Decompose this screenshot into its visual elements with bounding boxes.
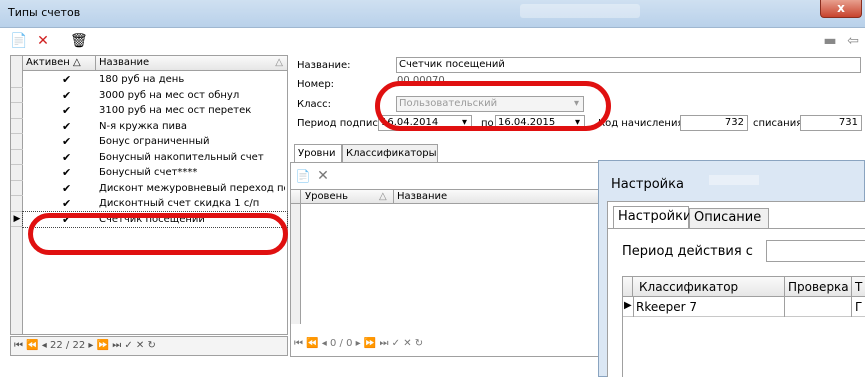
account-type-name: 180 руб на день bbox=[99, 74, 185, 85]
levels-navigator[interactable]: ⏮ ⏪ ◂ 0 / 0 ▸ ⏩ ⏭ ✓ ✕ ↻ bbox=[291, 335, 491, 353]
t-cell: Г bbox=[855, 300, 863, 314]
dialog-period-label: Период действия с bbox=[622, 244, 753, 259]
active-checkbox[interactable]: ✔ bbox=[62, 165, 71, 180]
row-selector[interactable] bbox=[11, 72, 23, 88]
table-row[interactable]: ✔ Бонусный счет**** bbox=[23, 165, 287, 181]
table-row[interactable]: ✔ Бонус ограниченный bbox=[23, 134, 287, 150]
accrual-label: Код начисления: bbox=[598, 118, 687, 129]
levels-header: Уровень △ Название bbox=[291, 189, 611, 204]
settings-dialog: Настройка Настройки Описание Период дейс… bbox=[598, 160, 865, 377]
save-icon[interactable]: ▬ bbox=[822, 33, 838, 49]
dialog-period-field[interactable] bbox=[766, 240, 865, 262]
active-checkbox[interactable]: ✔ bbox=[62, 150, 71, 165]
account-type-name: 3000 руб на мес ост обнул bbox=[99, 89, 240, 101]
active-checkbox[interactable]: ✔ bbox=[62, 134, 71, 149]
name-label: Название: bbox=[297, 60, 351, 71]
close-button[interactable]: x bbox=[820, 0, 862, 18]
accrual-field[interactable]: 732 bbox=[680, 115, 748, 131]
writeoff-label: списания: bbox=[753, 118, 806, 129]
writeoff-field[interactable]: 731 bbox=[800, 115, 862, 131]
dialog-body: Настройки Описание Период действия с Кла… bbox=[607, 201, 865, 377]
account-type-name: Бонус ограниченный bbox=[99, 136, 210, 147]
tab-classifiers[interactable]: Классификаторы ПО bbox=[342, 144, 438, 176]
highlight-ellipse-row bbox=[28, 213, 288, 255]
toolbar: 📄 ✕ 🗑 ▬ ⇦ bbox=[0, 29, 865, 53]
classifier-grid: Классификатор Проверка Т ▶ Rkeeper 7 Г bbox=[622, 276, 865, 377]
grid-navigator[interactable]: ⏮ ⏪ ◂ 22 / 22 ▸ ⏩ ⏭ ✓ ✕ ↻ bbox=[10, 336, 288, 356]
classifier-cell: Rkeeper 7 bbox=[636, 300, 698, 314]
back-arrow-icon[interactable]: ⇦ bbox=[845, 33, 861, 49]
row-selector[interactable] bbox=[11, 165, 23, 181]
row-selector[interactable] bbox=[11, 103, 23, 119]
table-row[interactable]: ✔ Бонусный накопительный счет bbox=[23, 150, 287, 166]
dialog-title: Настройка bbox=[611, 177, 684, 192]
number-label: Номер: bbox=[297, 79, 335, 90]
titlebar-blur bbox=[520, 4, 640, 18]
active-checkbox[interactable]: ✔ bbox=[62, 119, 71, 134]
account-types-grid: Активен △ Название △ ✔ 180 руб на день ✔ 30… bbox=[10, 55, 288, 335]
column-header-level-name[interactable]: Название bbox=[397, 191, 447, 202]
window-title: Типы счетов bbox=[8, 6, 81, 19]
column-header-level[interactable]: Уровень bbox=[305, 191, 348, 202]
current-row-arrow-icon[interactable]: ▶ bbox=[11, 212, 23, 227]
row-selector[interactable] bbox=[11, 119, 23, 134]
account-type-name: Бонусный накопительный счет bbox=[99, 151, 264, 163]
add-record-icon[interactable]: 📄 bbox=[10, 33, 27, 49]
row-selector[interactable] bbox=[11, 150, 23, 165]
table-row[interactable]: ✔ N-я кружка пива bbox=[23, 119, 287, 135]
delete-icon[interactable]: ✕ bbox=[35, 33, 51, 49]
active-checkbox[interactable]: ✔ bbox=[62, 88, 71, 103]
account-type-name: N-я кружка пива bbox=[99, 120, 188, 132]
table-row[interactable]: ✔ 180 руб на день bbox=[23, 72, 287, 88]
column-header-classifier[interactable]: Классификатор bbox=[639, 280, 738, 294]
current-row-arrow-icon: ▶ bbox=[624, 300, 632, 311]
account-type-name: Дисконт межуровневый переход по ко bbox=[99, 182, 285, 194]
highlight-ellipse-class bbox=[375, 81, 611, 131]
row-selector[interactable] bbox=[11, 134, 23, 150]
name-field[interactable]: Счетчик посещений bbox=[396, 57, 861, 73]
grid-rows: ✔ 180 руб на день ✔ 3000 руб на мес ост обн… bbox=[11, 72, 288, 232]
levels-panel: 📄 ✕ Уровень △ Название ⏮ ⏪ ◂ 0 / 0 ▸ ⏩ ⏭… bbox=[290, 162, 611, 357]
active-checkbox[interactable]: ✔ bbox=[62, 72, 71, 87]
window-titlebar: Типы счетов x bbox=[0, 0, 865, 28]
column-header-active[interactable]: Активен △ bbox=[23, 56, 96, 71]
column-header-check[interactable]: Проверка bbox=[788, 280, 849, 294]
class-label: Класс: bbox=[297, 99, 331, 110]
table-row[interactable]: ✔ 3100 руб на мес ост перетек bbox=[23, 103, 287, 119]
trash-icon[interactable]: 🗑 bbox=[70, 33, 88, 49]
table-row[interactable]: ✔ 3000 руб на мес ост обнул bbox=[23, 88, 287, 104]
table-row[interactable]: ✔ Дисконт межуровневый переход по ко bbox=[23, 181, 287, 197]
tab-dialog-description[interactable]: Описание bbox=[689, 208, 769, 228]
tab-dialog-settings[interactable]: Настройки bbox=[613, 206, 691, 228]
row-selector[interactable] bbox=[11, 181, 23, 196]
column-header-t[interactable]: Т bbox=[855, 280, 862, 294]
active-checkbox[interactable]: ✔ bbox=[62, 103, 71, 118]
tab-levels[interactable]: Уровни bbox=[294, 144, 342, 162]
account-type-name: Дисконтный счет скидка 1 с/п bbox=[99, 198, 260, 209]
delete-level-icon[interactable]: ✕ bbox=[315, 168, 331, 184]
active-checkbox[interactable]: ✔ bbox=[62, 181, 71, 196]
row-selector[interactable] bbox=[11, 88, 23, 103]
account-type-name: 3100 руб на мес ост перетек bbox=[99, 105, 252, 116]
table-row[interactable]: ✔ Дисконтный счет скидка 1 с/п bbox=[23, 196, 287, 212]
add-level-icon[interactable]: 📄 bbox=[295, 168, 311, 184]
active-checkbox[interactable]: ✔ bbox=[62, 196, 71, 211]
column-header-name[interactable]: Название △ bbox=[96, 56, 287, 71]
table-row[interactable]: ▶ Rkeeper 7 Г bbox=[623, 297, 865, 317]
account-type-name: Бонусный счет**** bbox=[99, 167, 198, 178]
row-selector[interactable] bbox=[11, 196, 23, 212]
